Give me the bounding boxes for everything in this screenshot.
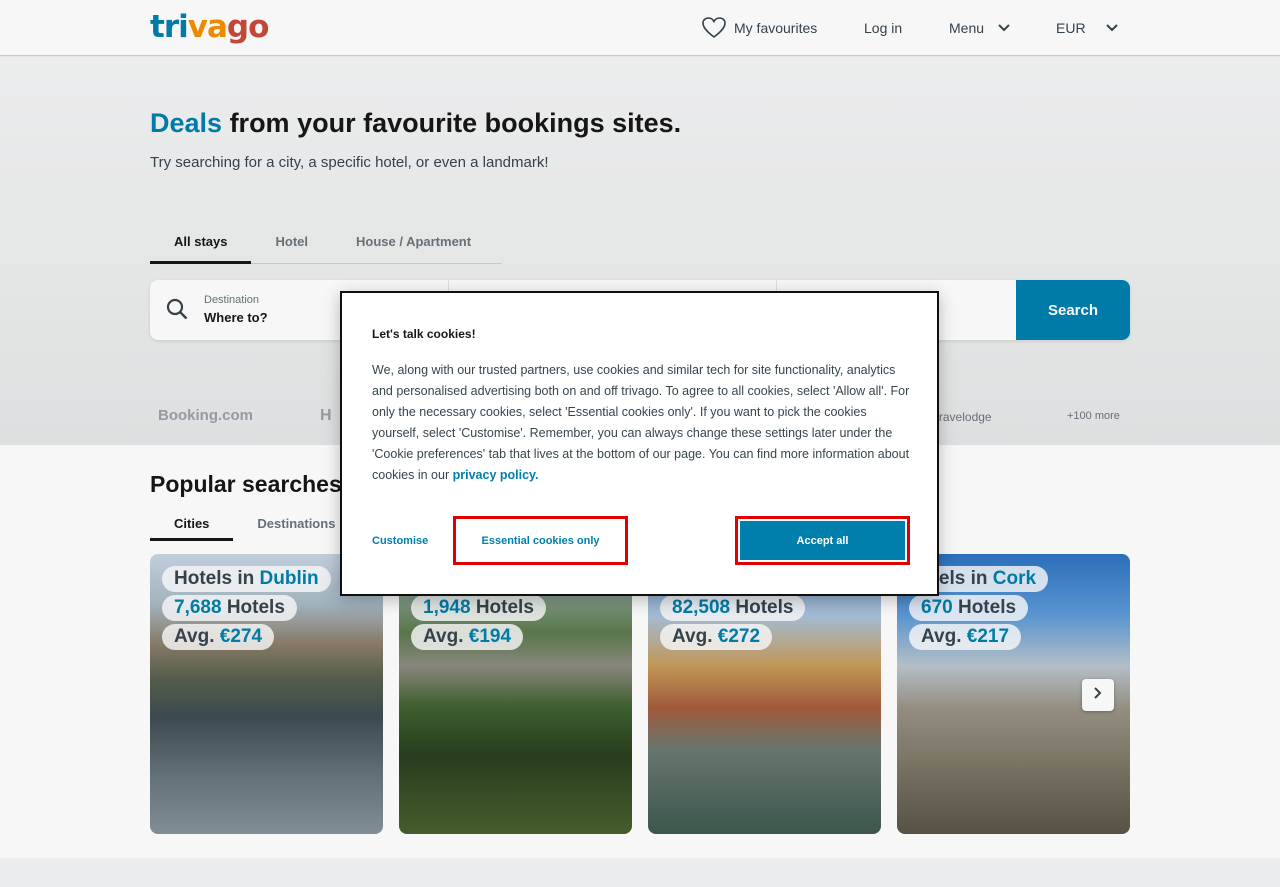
accept-all-button[interactable]: Accept all: [735, 516, 910, 565]
customise-button[interactable]: Customise: [372, 535, 428, 547]
dialog-body: We, along with our trusted partners, use…: [372, 363, 910, 482]
cookie-consent-dialog: Let's talk cookies! We, along with our t…: [340, 291, 939, 596]
essential-cookies-button[interactable]: Essential cookies only: [453, 516, 628, 565]
footer-strip: [0, 858, 1280, 887]
accept-all-label: Accept all: [740, 521, 905, 560]
dialog-title: Let's talk cookies!: [372, 327, 476, 341]
privacy-policy-link[interactable]: privacy policy.: [453, 468, 539, 482]
